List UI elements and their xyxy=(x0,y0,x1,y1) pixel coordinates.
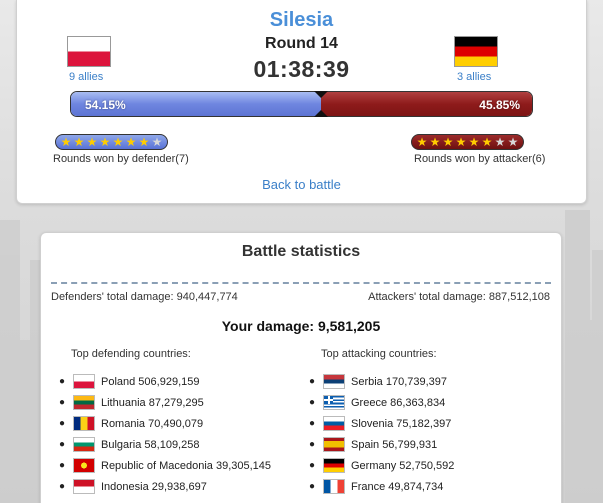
star-icon: ★ xyxy=(455,135,467,149)
top-defending-list: ● Poland 506,929,159 ● Lithuania 87,279,295… xyxy=(59,371,271,497)
defender-rounds-stars: ★ ★ ★ ★ ★ ★ ★ ★ xyxy=(55,134,168,150)
slovenia-flag-icon xyxy=(323,416,345,431)
spain-flag-icon xyxy=(323,437,345,452)
country-list-item: ● Germany 52,750,592 xyxy=(309,455,454,476)
bullet-icon: ● xyxy=(309,439,316,450)
country-list-item: ● Republic of Macedonia 39,305,145 xyxy=(59,455,271,476)
lithuania-flag-icon xyxy=(73,395,95,410)
defender-rounds-label: Rounds won by defender(7) xyxy=(53,153,189,165)
star-icon: ★ xyxy=(429,135,441,149)
stats-title: Battle statistics xyxy=(241,243,361,260)
bullet-icon: ● xyxy=(59,418,66,429)
bullet-icon: ● xyxy=(309,418,316,429)
star-icon: ★ xyxy=(125,135,137,149)
back-to-battle-link[interactable]: Back to battle xyxy=(17,177,586,192)
country-list-item: ● Indonesia 29,938,697 xyxy=(59,476,271,497)
country-damage-text: Bulgaria 58,109,258 xyxy=(101,438,200,451)
battle-statistics-panel: Battle statistics Defenders' total damag… xyxy=(40,232,562,503)
defender-allies-link[interactable]: 9 allies xyxy=(69,71,103,83)
top-defending-heading: Top defending countries: xyxy=(71,348,191,360)
country-list-item: ● Poland 506,929,159 xyxy=(59,371,271,392)
country-damage-text: Slovenia 75,182,397 xyxy=(351,417,452,430)
star-icon: ★ xyxy=(138,135,150,149)
attacker-allies-link[interactable]: 3 allies xyxy=(457,71,491,83)
star-icon: ★ xyxy=(442,135,454,149)
country-damage-text: France 49,874,734 xyxy=(351,480,444,493)
poland-flag-icon xyxy=(73,374,95,389)
defenders-total-damage: Defenders' total damage: 940,447,774 xyxy=(51,291,238,303)
region-title[interactable]: Silesia xyxy=(17,9,586,32)
country-damage-text: Lithuania 87,279,295 xyxy=(101,396,204,409)
bullet-icon: ● xyxy=(309,397,316,408)
germany-flag-icon xyxy=(323,458,345,473)
serbia-flag-icon xyxy=(323,374,345,389)
country-damage-text: Poland 506,929,159 xyxy=(101,375,200,388)
attacker-rounds-stars: ★ ★ ★ ★ ★ ★ ★ ★ xyxy=(411,134,524,150)
star-icon: ★ xyxy=(151,135,163,149)
attackers-total-damage: Attackers' total damage: 887,512,108 xyxy=(368,291,550,303)
star-icon: ★ xyxy=(86,135,98,149)
country-damage-text: Romania 70,490,079 xyxy=(101,417,204,430)
star-icon: ★ xyxy=(99,135,111,149)
bullet-icon: ● xyxy=(59,439,66,450)
star-icon: ★ xyxy=(481,135,493,149)
star-icon: ★ xyxy=(60,135,72,149)
star-icon: ★ xyxy=(112,135,124,149)
defender-flag-icon[interactable] xyxy=(67,36,111,67)
top-attacking-heading: Top attacking countries: xyxy=(321,348,437,360)
country-list-item: ● Bulgaria 58,109,258 xyxy=(59,434,271,455)
star-icon: ★ xyxy=(468,135,480,149)
bullet-icon: ● xyxy=(59,481,66,492)
country-damage-text: Spain 56,799,931 xyxy=(351,438,438,451)
attacker-percent: 45.85% xyxy=(479,98,520,112)
attacker-flag-icon[interactable] xyxy=(454,36,498,67)
country-list-item: ● Serbia 170,739,397 xyxy=(309,371,454,392)
domination-bar: 54.15% 45.85% xyxy=(70,91,533,117)
country-damage-text: Germany 52,750,592 xyxy=(351,459,455,472)
indonesia-flag-icon xyxy=(73,479,95,494)
country-damage-text: Indonesia 29,938,697 xyxy=(101,480,207,493)
greece-flag-icon xyxy=(323,395,345,410)
bullet-icon: ● xyxy=(309,376,316,387)
country-list-item: ● Spain 56,799,931 xyxy=(309,434,454,455)
attacker-rounds-label: Rounds won by attacker(6) xyxy=(414,153,546,165)
top-attacking-list: ● Serbia 170,739,397 ● Greece 86,363,834 ● Sl… xyxy=(309,371,454,497)
country-list-item: ● France 49,874,734 xyxy=(309,476,454,497)
dashed-divider xyxy=(51,282,551,284)
france-flag-icon xyxy=(323,479,345,494)
macedonia-flag-icon xyxy=(73,458,95,473)
bulgaria-flag-icon xyxy=(73,437,95,452)
star-icon: ★ xyxy=(416,135,428,149)
bullet-icon: ● xyxy=(59,376,66,387)
defender-percent: 54.15% xyxy=(85,98,126,112)
star-icon: ★ xyxy=(73,135,85,149)
bullet-icon: ● xyxy=(59,397,66,408)
domination-marker-bottom-icon xyxy=(313,110,328,117)
country-damage-text: Serbia 170,739,397 xyxy=(351,375,448,388)
country-list-item: ● Lithuania 87,279,295 xyxy=(59,392,271,413)
bullet-icon: ● xyxy=(309,460,316,471)
country-list-item: ● Greece 86,363,834 xyxy=(309,392,454,413)
bullet-icon: ● xyxy=(309,481,316,492)
country-damage-text: Republic of Macedonia 39,305,145 xyxy=(101,459,272,472)
star-icon: ★ xyxy=(507,135,519,149)
star-icon: ★ xyxy=(494,135,506,149)
domination-marker-top-icon xyxy=(313,91,328,98)
battle-header-panel: Silesia Round 14 01:38:39 9 allies 3 all… xyxy=(16,0,587,204)
country-damage-text: Greece 86,363,834 xyxy=(351,396,446,409)
your-damage: Your damage: 9,581,205 xyxy=(221,318,381,334)
romania-flag-icon xyxy=(73,416,95,431)
bullet-icon: ● xyxy=(59,460,66,471)
country-list-item: ● Romania 70,490,079 xyxy=(59,413,271,434)
country-list-item: ● Slovenia 75,182,397 xyxy=(309,413,454,434)
